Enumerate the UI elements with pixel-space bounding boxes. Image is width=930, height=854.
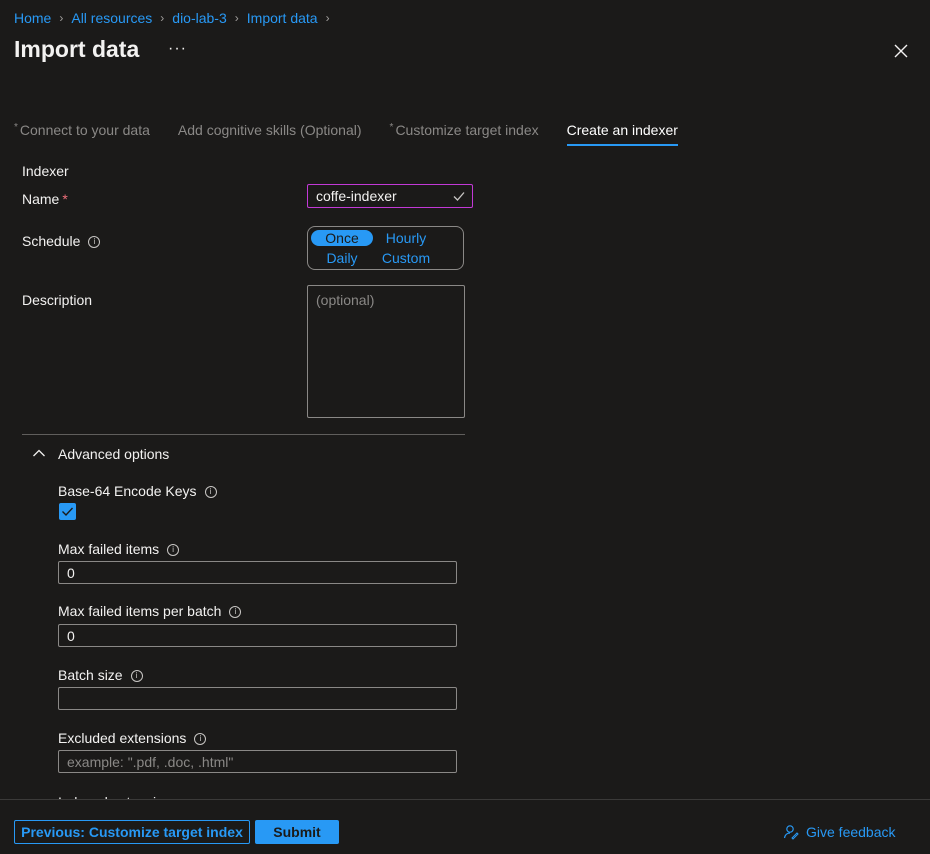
tab-connect-data[interactable]: * Connect to your data <box>14 122 150 146</box>
name-label: Name * <box>22 191 68 207</box>
tab-customize-index[interactable]: * Customize target index <box>390 122 539 146</box>
description-label: Description <box>22 292 93 308</box>
check-icon <box>453 192 465 201</box>
breadcrumb-import-data[interactable]: Import data <box>247 10 318 26</box>
excluded-extensions-label: Excluded extensions i <box>58 730 207 746</box>
max-failed-value: 0 <box>67 565 75 581</box>
breadcrumb-home[interactable]: Home <box>14 10 51 26</box>
required-marker: * <box>62 191 68 207</box>
info-icon[interactable]: i <box>204 486 217 499</box>
batch-size-input[interactable] <box>58 687 457 710</box>
chevron-right-icon: › <box>325 11 330 25</box>
name-input-value: coffe-indexer <box>316 188 397 204</box>
base64-checkbox[interactable] <box>59 503 76 520</box>
chevron-up-icon[interactable] <box>32 446 46 460</box>
divider <box>22 434 465 435</box>
base64-label: Base-64 Encode Keys i <box>58 483 217 499</box>
max-failed-input[interactable]: 0 <box>58 561 457 584</box>
feedback-icon <box>783 825 799 840</box>
info-icon[interactable]: i <box>229 606 242 619</box>
info-icon[interactable]: i <box>194 733 207 746</box>
wizard-tabs: * Connect to your data Add cognitive skil… <box>14 122 706 146</box>
submit-button[interactable]: Submit <box>255 820 339 844</box>
page-title: Import data <box>14 36 140 62</box>
schedule-option-hourly[interactable]: Hourly <box>375 230 437 246</box>
section-label: Indexer <box>22 163 69 179</box>
schedule-option-daily[interactable]: Daily <box>311 250 373 266</box>
description-textarea[interactable]: (optional) <box>307 285 465 418</box>
schedule-label: Schedule i <box>22 233 101 249</box>
name-input[interactable]: coffe-indexer <box>307 184 473 208</box>
info-icon[interactable]: i <box>167 544 180 557</box>
max-failed-batch-input[interactable]: 0 <box>58 624 457 647</box>
max-failed-batch-value: 0 <box>67 628 75 644</box>
info-icon[interactable]: i <box>88 236 101 249</box>
checkmark-icon <box>62 507 74 517</box>
schedule-selector: Once Hourly Daily Custom <box>307 226 464 270</box>
schedule-option-once[interactable]: Once <box>311 230 373 246</box>
chevron-right-icon: › <box>160 11 165 25</box>
give-feedback-link[interactable]: Give feedback <box>783 824 896 840</box>
batch-size-label: Batch size i <box>58 667 143 683</box>
max-failed-batch-label: Max failed items per batch i <box>58 603 242 619</box>
excluded-extensions-input[interactable]: example: ".pdf, .doc, .html" <box>58 750 457 773</box>
advanced-options-toggle[interactable]: Advanced options <box>58 446 169 462</box>
schedule-option-custom[interactable]: Custom <box>375 250 437 266</box>
close-icon[interactable] <box>892 42 910 60</box>
description-placeholder: (optional) <box>316 292 375 308</box>
more-options-button[interactable]: ··· <box>168 40 187 58</box>
tab-create-indexer[interactable]: Create an indexer <box>566 122 678 146</box>
chevron-right-icon: › <box>234 11 239 25</box>
tab-cognitive-skills[interactable]: Add cognitive skills (Optional) <box>178 122 362 146</box>
required-marker: * <box>14 122 18 133</box>
required-marker: * <box>389 122 394 133</box>
breadcrumb: Home › All resources › dio-lab-3 › Impor… <box>14 10 338 26</box>
breadcrumb-all-resources[interactable]: All resources <box>71 10 152 26</box>
excluded-extensions-placeholder: example: ".pdf, .doc, .html" <box>67 754 234 770</box>
previous-button[interactable]: Previous: Customize target index <box>14 820 250 844</box>
max-failed-label: Max failed items i <box>58 541 180 557</box>
chevron-right-icon: › <box>59 11 64 25</box>
breadcrumb-resource[interactable]: dio-lab-3 <box>172 10 226 26</box>
info-icon[interactable]: i <box>130 670 143 683</box>
